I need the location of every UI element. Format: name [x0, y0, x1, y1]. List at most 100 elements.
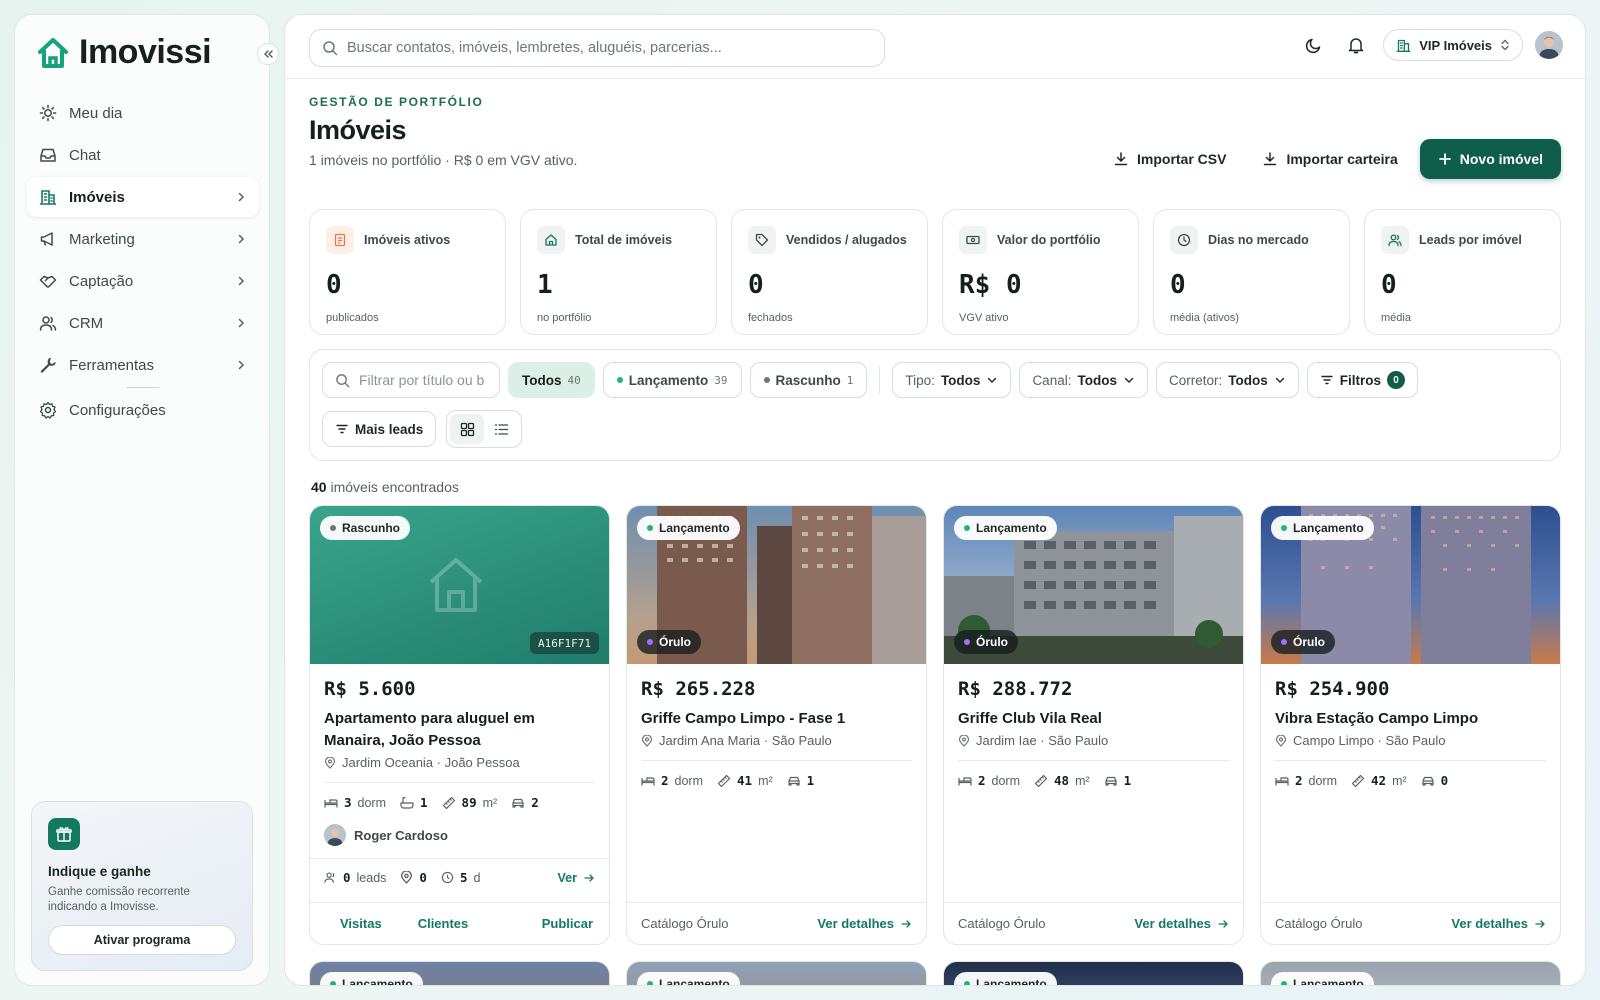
ruler-icon	[717, 774, 731, 787]
stat-card-total: Total de imóveis 1 no portfólio	[520, 209, 717, 335]
divider	[324, 782, 595, 783]
sort-button[interactable]: Mais leads	[322, 411, 437, 447]
area-value: 48	[1054, 773, 1070, 788]
search-icon	[336, 373, 350, 387]
sidebar-item-imoveis[interactable]: Imóveis	[27, 177, 259, 217]
parking-count: 1	[806, 773, 815, 788]
arrow-right-icon	[584, 873, 594, 882]
users-icon	[324, 872, 335, 883]
stat-card-active: Imóveis ativos 0 publicados	[309, 209, 506, 335]
results-number: 40	[311, 479, 327, 495]
stat-label: Valor do portfólio	[997, 233, 1101, 247]
more-filters-button[interactable]: Filtros 0	[1306, 362, 1418, 398]
bedrooms-count: 2	[1295, 773, 1303, 788]
view-details-link[interactable]: Ver detalhes	[817, 916, 912, 931]
property-card[interactable]: Rascunho A16F1F71 R$ 5.600 Apartamento p…	[309, 505, 610, 945]
area: 41 m²	[717, 773, 773, 788]
sidebar-item-captacao[interactable]: Captação	[27, 261, 259, 301]
grid-view-button[interactable]	[450, 414, 485, 444]
clock-icon	[1170, 226, 1198, 254]
select-value: Todos	[940, 372, 981, 388]
import-csv-button[interactable]: Importar CSV	[1099, 139, 1240, 179]
sidebar-item-label: Meu dia	[69, 104, 123, 122]
bed-icon	[641, 776, 655, 785]
status-badge: Lançamento	[954, 516, 1057, 540]
bedrooms-label: dorm	[991, 773, 1021, 788]
leads-label: leads	[356, 870, 387, 885]
status-label: Lançamento	[976, 521, 1047, 535]
org-switcher[interactable]: VIP Imóveis	[1383, 29, 1523, 61]
see-label: Ver	[557, 870, 577, 885]
area-value: 42	[1371, 773, 1387, 788]
status-label: Lançamento	[659, 977, 730, 986]
stat-label: Total de imóveis	[575, 233, 673, 247]
property-title[interactable]: Griffe Club Vila Real	[958, 708, 1229, 730]
status-label: Lançamento	[342, 977, 413, 986]
notifications-button[interactable]	[1341, 30, 1371, 60]
new-property-button[interactable]: Novo imóvel	[1419, 139, 1561, 179]
import-portfolio-button[interactable]: Importar carteira	[1248, 139, 1411, 179]
global-search-input[interactable]: Buscar contatos, imóveis, lembretes, alu…	[309, 29, 885, 67]
tipo-select[interactable]: Tipo: Todos	[892, 362, 1012, 398]
view-details-link[interactable]: Ver detalhes	[1134, 916, 1229, 931]
view-details-link[interactable]: Ver detalhes	[1451, 916, 1546, 931]
property-card[interactable]: Lançamento	[1260, 961, 1561, 985]
user-avatar[interactable]	[1535, 31, 1563, 59]
select-label: Corretor:	[1168, 372, 1223, 388]
agent: Roger Cardoso	[324, 824, 595, 846]
canal-select[interactable]: Canal: Todos	[1019, 362, 1148, 398]
main-panel: Buscar contatos, imóveis, lembretes, alu…	[284, 14, 1586, 986]
bath-icon	[400, 796, 414, 809]
corretor-select[interactable]: Corretor: Todos	[1155, 362, 1299, 398]
arrow-right-icon	[901, 919, 911, 928]
sidebar-item-chat[interactable]: Chat	[27, 135, 259, 175]
sidebar-item-ferramentas[interactable]: Ferramentas	[27, 345, 259, 385]
filter-search-input[interactable]: Filtrar por título ou b	[322, 362, 500, 398]
stat-value: 0	[1170, 270, 1186, 300]
leads-count: 0	[343, 870, 351, 885]
publish-button[interactable]: Publicar	[542, 916, 593, 931]
select-label: Canal:	[1032, 372, 1072, 388]
import-portfolio-label: Importar carteira	[1286, 151, 1398, 167]
status-badge: Lançamento	[1271, 972, 1374, 985]
sidebar-item-marketing[interactable]: Marketing	[27, 219, 259, 259]
activate-program-button[interactable]: Ativar programa	[48, 925, 236, 955]
app-logo[interactable]: Imovissi	[35, 33, 212, 72]
stat-sub: média	[1381, 312, 1411, 324]
sidebar-item-crm[interactable]: CRM	[27, 303, 259, 343]
clients-button[interactable]: Clientes	[418, 916, 469, 931]
list-view-button[interactable]	[484, 414, 518, 444]
card-footer: Catálogo Órulo Ver detalhes	[944, 902, 1243, 944]
property-card[interactable]: Lançamento Órulo R$ 254.900 Vibra Estaçã…	[1260, 505, 1561, 945]
location-label: Jardim Oceania · João Pessoa	[342, 755, 520, 770]
property-location: Campo Limpo · São Paulo	[1275, 733, 1546, 748]
property-card[interactable]: Lançamento Órulo R$ 288.772 Griffe Club …	[943, 505, 1244, 945]
property-card[interactable]: Lançamento	[309, 961, 610, 986]
clock-icon	[441, 871, 454, 884]
bedrooms: 2 dorm	[958, 773, 1020, 788]
nav-divider	[127, 387, 159, 388]
status-chip-todos[interactable]: Todos 40	[508, 362, 595, 398]
property-card[interactable]: Lançamento Órulo R$ 265.228 Griffe Campo…	[626, 505, 927, 945]
status-chip-rascunho[interactable]: Rascunho 1	[749, 362, 868, 398]
chevron-right-icon	[238, 318, 245, 328]
bedrooms-count: 3	[344, 795, 352, 810]
house-logo-icon	[38, 37, 68, 68]
property-card[interactable]: Lançamento	[943, 961, 1244, 985]
property-card[interactable]: Lançamento	[626, 961, 927, 986]
area-unit: m²	[1075, 773, 1090, 788]
parking: 0	[1421, 773, 1448, 788]
collapse-sidebar-button[interactable]	[257, 43, 279, 65]
bell-icon	[1349, 38, 1364, 54]
theme-toggle-button[interactable]	[1299, 30, 1329, 60]
sidebar-item-configuracoes[interactable]: Configurações	[27, 390, 259, 430]
sidebar-item-meu-dia[interactable]: Meu dia	[27, 93, 259, 133]
status-chip-lancamento[interactable]: Lançamento 39	[602, 362, 742, 398]
property-title[interactable]: Apartamento para aluguel em Manaira, Joã…	[324, 708, 595, 752]
see-property-link[interactable]: Ver	[558, 871, 595, 885]
property-title[interactable]: Vibra Estação Campo Limpo	[1275, 708, 1546, 730]
views-count: 0	[419, 870, 427, 885]
property-title[interactable]: Griffe Campo Limpo - Fase 1	[641, 708, 912, 730]
agent-avatar	[324, 824, 346, 846]
visits-button[interactable]: Visitas	[340, 916, 382, 931]
